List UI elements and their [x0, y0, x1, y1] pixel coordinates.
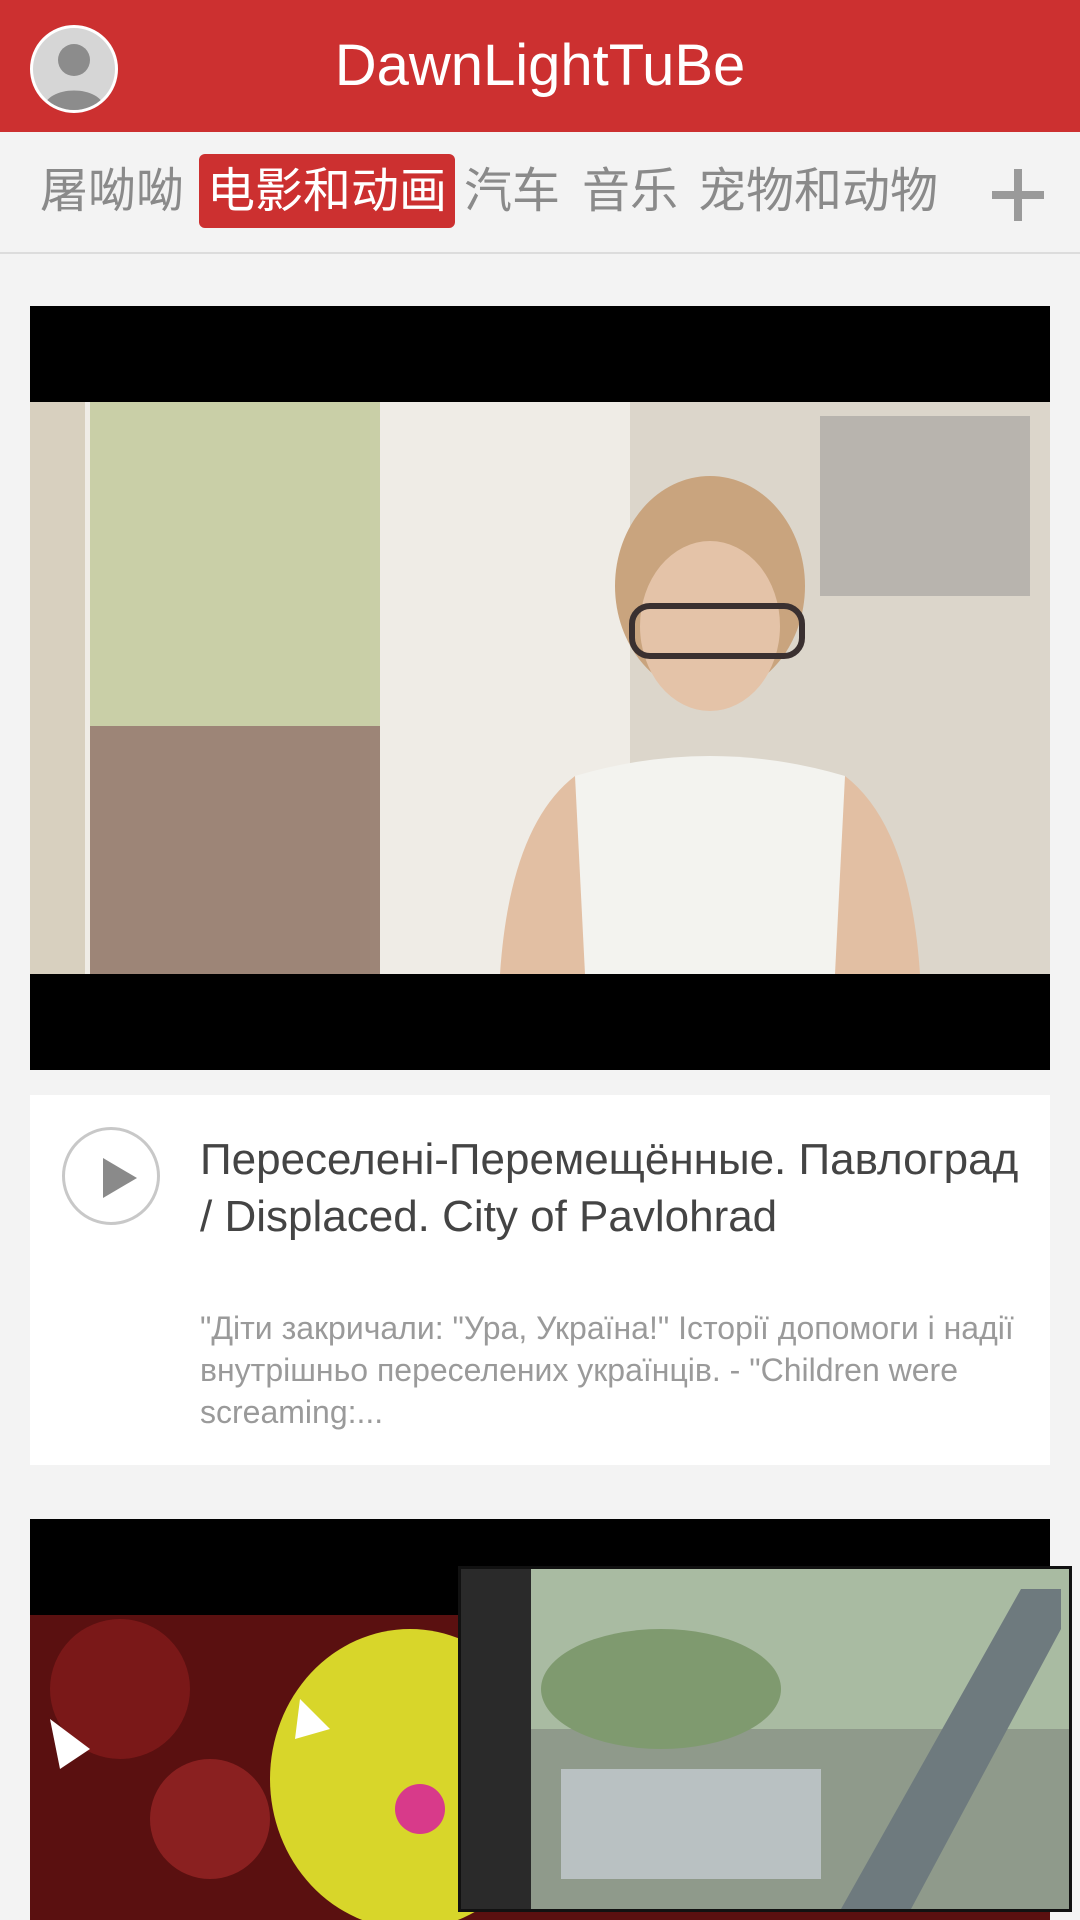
video-description: "Діти закричали: "Ура, Україна!" Історії… [200, 1310, 1014, 1430]
video-thumbnail-image [30, 306, 1050, 1070]
app-title: DawnLightTuBe [334, 33, 746, 98]
mini-player[interactable] [458, 1566, 1072, 1912]
tab-music[interactable]: 音乐 [574, 154, 686, 228]
mini-player-image [461, 1569, 1069, 1909]
play-icon[interactable] [62, 1127, 160, 1225]
video-title[interactable]: Переселені-Перемещённые. Павлоград / Dis… [200, 1131, 1020, 1245]
plus-icon[interactable] [988, 165, 1048, 225]
tab-tuyouyou[interactable]: 屠呦呦 [32, 154, 192, 228]
video-card[interactable]: Переселені-Перемещённые. Павлоград / Dis… [30, 1095, 1050, 1465]
category-tabs: 屠呦呦 电影和动画 汽车 音乐 宠物和动物 [0, 132, 1080, 254]
app-header: DawnLightTuBe [0, 0, 1080, 132]
tab-cars[interactable]: 汽车 [456, 154, 568, 228]
tab-film-animation[interactable]: 电影和动画 [199, 154, 456, 228]
video-thumbnail[interactable] [30, 306, 1050, 1070]
tab-pets-animals[interactable]: 宠物和动物 [690, 154, 946, 228]
